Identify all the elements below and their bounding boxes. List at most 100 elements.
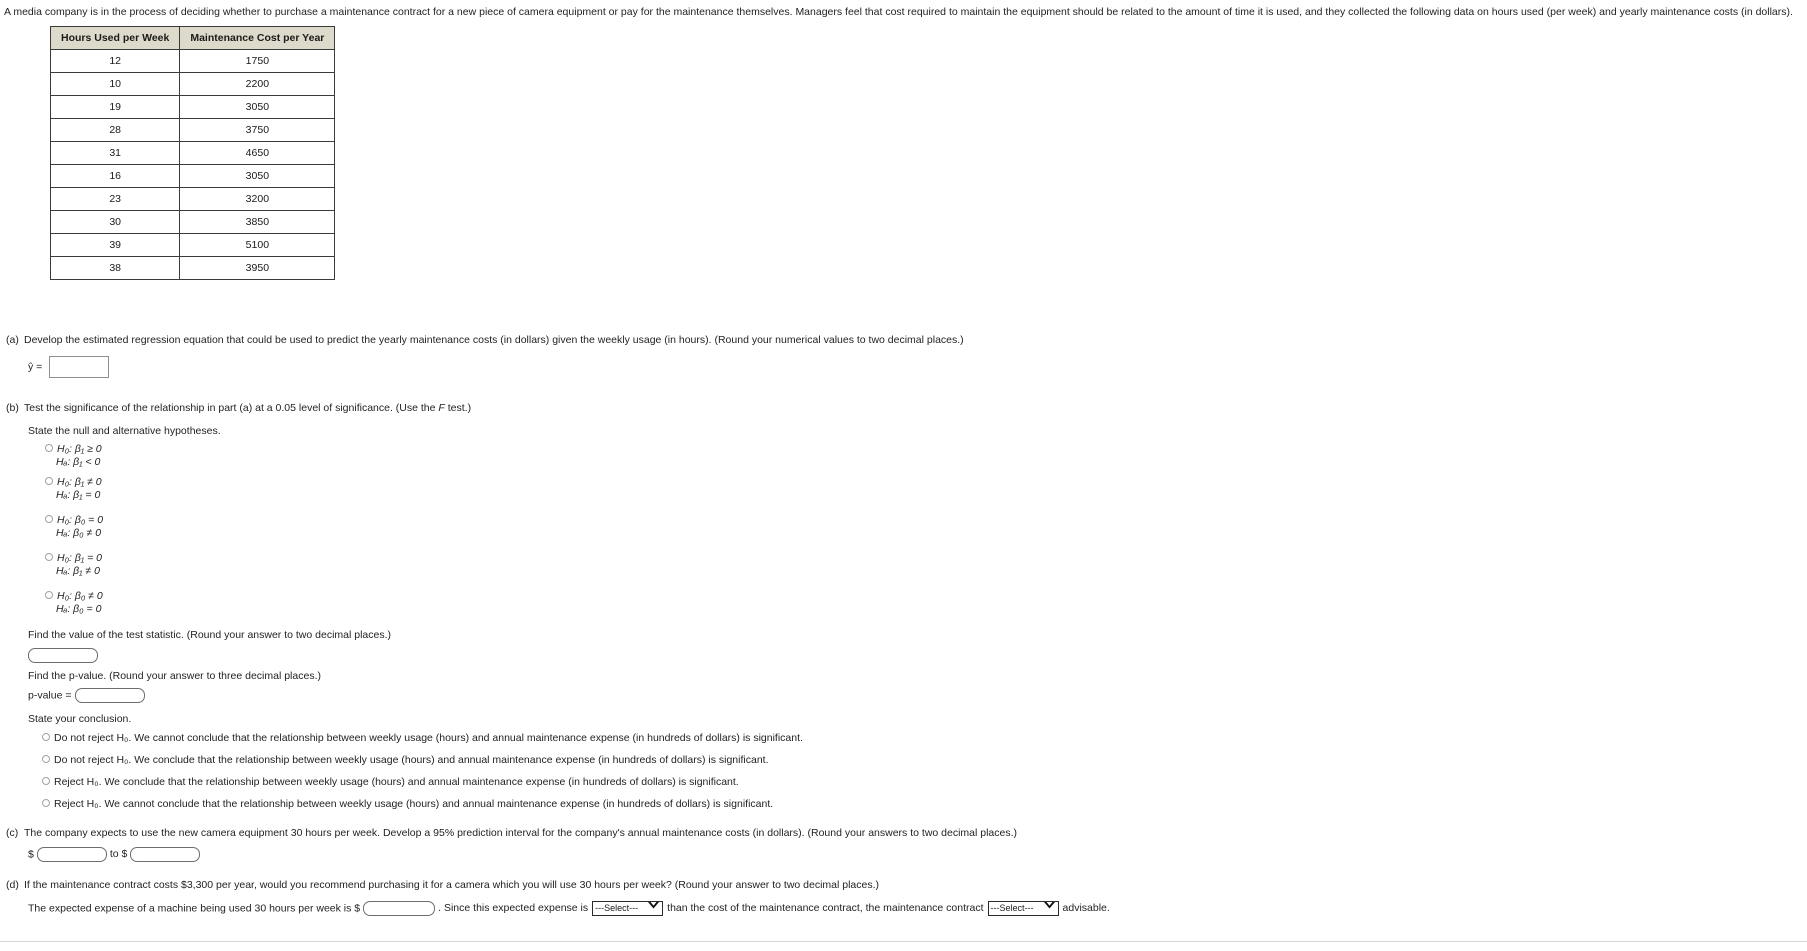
table-row: 38 3950: [49, 256, 336, 280]
table-row: 19 3050: [49, 95, 336, 119]
conclusion-option-3[interactable]: Reject H₀. We conclude that the relation…: [42, 776, 739, 788]
radio-icon[interactable]: [42, 733, 50, 742]
cell-cost: 3200: [179, 187, 336, 211]
hypothesis-option-2[interactable]: H₀: β₁ ≠ 0: [45, 476, 102, 488]
hypotheses-heading: State the null and alternative hypothese…: [28, 425, 221, 437]
pvalue-label: p-value =: [28, 689, 72, 702]
chevron-down-icon: [647, 901, 660, 910]
dollar-sign-lower: $: [28, 848, 34, 861]
hypothesis-alt-3: Hₐ: β₀ ≠ 0: [56, 527, 102, 539]
radio-icon[interactable]: [42, 777, 50, 786]
radio-icon[interactable]: [42, 755, 50, 764]
hypothesis-null-4: H₀: β₁ = 0: [57, 552, 102, 564]
pvalue-prompt: Find the p-value. (Round your answer to …: [28, 670, 321, 682]
radio-icon[interactable]: [45, 591, 53, 600]
cell-cost: 3050: [179, 164, 336, 188]
table-row: 28 3750: [49, 118, 336, 142]
conclusion-option-1[interactable]: Do not reject H₀. We cannot conclude tha…: [42, 732, 803, 744]
cell-hours: 19: [49, 95, 181, 119]
column-header-hours: Hours Used per Week: [49, 26, 181, 50]
conclusion-heading: State your conclusion.: [28, 713, 132, 725]
part-d-sentence-3: than the cost of the maintenance contrac…: [667, 902, 984, 915]
part-d-label: (d): [6, 879, 19, 891]
test-statistic-input[interactable]: [28, 648, 98, 663]
radio-icon[interactable]: [45, 477, 53, 486]
comparison-select-value: ---Select---: [595, 903, 639, 913]
conclusion-text-1: Do not reject H₀. We cannot conclude tha…: [54, 732, 803, 744]
cell-hours: 12: [49, 49, 181, 73]
part-a-answer-row: ŷ =: [28, 356, 110, 378]
hypothesis-option-5[interactable]: H₀: β₀ ≠ 0: [45, 590, 103, 602]
part-a-prompt: Develop the estimated regression equatio…: [24, 334, 964, 346]
hypothesis-null-3: H₀: β₀ = 0: [57, 514, 104, 526]
part-d-sentence-1: The expected expense of a machine being …: [28, 902, 361, 915]
hypothesis-option-3[interactable]: H₀: β₀ = 0: [45, 514, 103, 526]
advisable-select-value: ---Select---: [990, 903, 1034, 913]
conclusion-option-2[interactable]: Do not reject H₀. We conclude that the r…: [42, 754, 769, 766]
part-c-answer-row: $ to $: [28, 847, 201, 862]
part-c-label: (c): [6, 827, 19, 839]
part-d-sentence-4: advisable.: [1062, 902, 1110, 915]
table-row: 39 5100: [49, 233, 336, 257]
pvalue-row: p-value =: [28, 688, 145, 703]
advisable-select[interactable]: ---Select---: [987, 901, 1059, 916]
data-table-container: Hours Used per Week Maintenance Cost per…: [49, 26, 336, 280]
cell-hours: 31: [49, 141, 181, 165]
column-header-cost: Maintenance Cost per Year: [179, 26, 336, 50]
cell-cost: 2200: [179, 72, 336, 96]
radio-icon[interactable]: [45, 515, 53, 524]
hypothesis-alt-1: Hₐ: β₁ < 0: [56, 456, 101, 468]
radio-icon[interactable]: [45, 444, 53, 453]
hypothesis-option-3-alt: Hₐ: β₀ ≠ 0: [56, 527, 101, 539]
part-d-sentence-2: . Since this expected expense is: [438, 902, 589, 915]
conclusion-option-4[interactable]: Reject H₀. We cannot conclude that the r…: [42, 798, 773, 810]
prediction-interval-lower-input[interactable]: [36, 847, 107, 862]
test-statistic-prompt: Find the value of the test statistic. (R…: [28, 629, 392, 641]
cell-cost: 3950: [179, 256, 336, 280]
cell-cost: 1750: [179, 49, 336, 73]
conclusion-text-4: Reject H₀. We cannot conclude that the r…: [54, 798, 774, 810]
hypothesis-alt-5: Hₐ: β₀ = 0: [56, 603, 102, 615]
expected-expense-input[interactable]: [363, 901, 436, 916]
radio-icon[interactable]: [45, 553, 53, 562]
hypothesis-option-4[interactable]: H₀: β₁ = 0: [45, 552, 102, 564]
cell-hours: 38: [49, 256, 181, 280]
pvalue-prompt-text: Find the p-value. (Round your answer to …: [28, 670, 321, 682]
radio-icon[interactable]: [42, 799, 50, 808]
pvalue-input[interactable]: [74, 688, 145, 703]
comparison-select[interactable]: ---Select---: [592, 901, 664, 916]
table-row: 16 3050: [49, 164, 336, 188]
hours-vs-cost-table: Hours Used per Week Maintenance Cost per…: [49, 26, 336, 280]
prediction-interval-upper-input[interactable]: [130, 847, 201, 862]
hypothesis-null-5: H₀: β₀ ≠ 0: [57, 590, 103, 602]
part-b-label: (b): [6, 402, 19, 414]
worksheet-page: A media company is in the process of dec…: [0, 0, 1807, 951]
table-row: 23 3200: [49, 187, 336, 211]
cell-cost: 5100: [179, 233, 336, 257]
table-row: 30 3850: [49, 210, 336, 234]
table-row: 31 4650: [49, 141, 336, 165]
cell-hours: 23: [49, 187, 181, 211]
hypothesis-option-1[interactable]: H₀: β₁ ≥ 0: [45, 443, 102, 455]
part-d-answer-row: The expected expense of a machine being …: [28, 901, 1110, 916]
hypothesis-alt-2: Hₐ: β₁ = 0: [56, 489, 101, 501]
hypothesis-null-2: H₀: β₁ ≠ 0: [57, 476, 102, 488]
hypothesis-option-1-alt: Hₐ: β₁ < 0: [56, 456, 100, 468]
chevron-down-icon: [1043, 901, 1056, 910]
conclusion-text-3: Reject H₀. We conclude that the relation…: [54, 776, 739, 788]
cell-cost: 3850: [179, 210, 336, 234]
test-statistic-row: [28, 648, 98, 663]
yhat-label: ŷ =: [28, 360, 43, 373]
hypothesis-option-2-alt: Hₐ: β₁ = 0: [56, 489, 100, 501]
part-b-prompt: Test the significance of the relationshi…: [24, 402, 471, 414]
cell-cost: 3050: [179, 95, 336, 119]
part-d-prompt: If the maintenance contract costs $3,300…: [24, 879, 880, 891]
interval-to-text: to $: [109, 848, 128, 861]
cell-hours: 30: [49, 210, 181, 234]
hypothesis-null-1: H₀: β₁ ≥ 0: [57, 443, 102, 455]
problem-intro: A media company is in the process of dec…: [4, 6, 1793, 18]
part-b-prompt-post: test.): [444, 402, 472, 414]
hypothesis-alt-4: Hₐ: β₁ ≠ 0: [56, 565, 100, 577]
part-b-prompt-pre: Test the significance of the relationshi…: [24, 402, 439, 414]
regression-equation-input[interactable]: [49, 356, 110, 378]
